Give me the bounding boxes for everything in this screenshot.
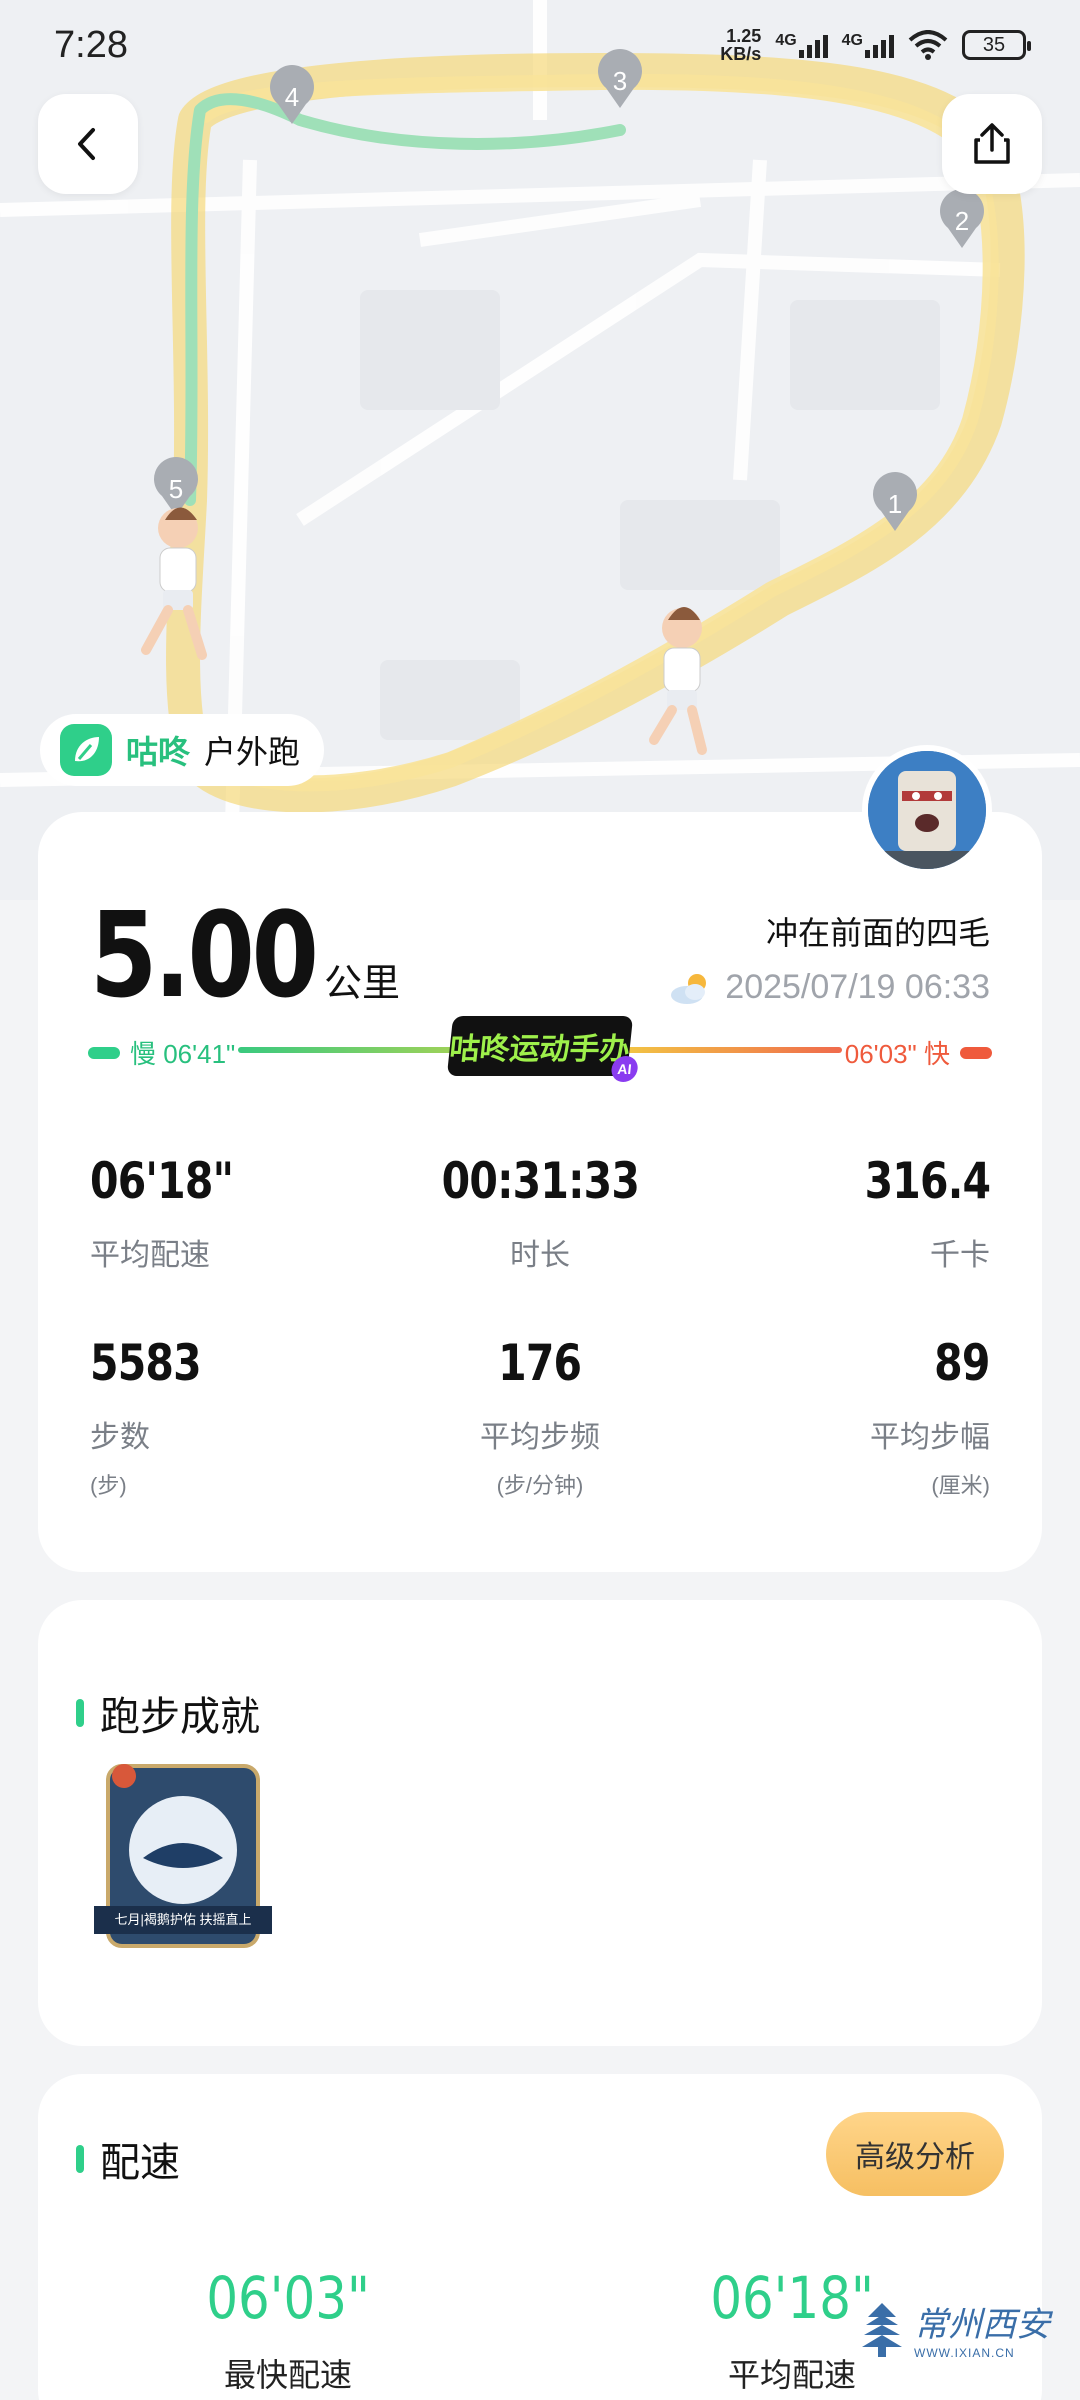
stats-row-1: 06'18" 平均配速 00:31:33 时长 316.4 千卡 xyxy=(90,1152,991,1274)
pace-title-text: 配速 xyxy=(100,2141,180,2185)
stat-unit: (步) xyxy=(90,1473,127,1498)
stat-value: 176 xyxy=(498,1334,582,1392)
activity-datetime: 2025/07/19 06:33 xyxy=(669,968,990,1007)
medal-caption: 七月|褐鹅护佑 扶摇直上 xyxy=(114,1912,252,1927)
stat-cadence: 176 平均步频 (步/分钟) xyxy=(390,1334,690,1500)
stat-label: 时长 xyxy=(510,1239,570,1272)
stat-value: 5583 xyxy=(90,1334,202,1392)
stat-value: 316.4 xyxy=(864,1152,990,1210)
distance-display: 5.00 公里 xyxy=(90,886,400,1024)
stat-calories: 316.4 千卡 xyxy=(690,1152,990,1274)
average-pace-label: 平均配速 xyxy=(727,2357,856,2393)
back-button[interactable] xyxy=(38,94,138,194)
share-button[interactable] xyxy=(942,94,1042,194)
distance-unit: 公里 xyxy=(324,963,401,1005)
stat-label: 步数 xyxy=(90,1421,150,1454)
stat-value: 00:31:33 xyxy=(441,1152,639,1210)
fastest-pace-stat: 06'03" 最快配速 xyxy=(138,2264,438,2396)
weather-cloudy-icon xyxy=(671,973,707,1004)
watermark-text: 常州西安 xyxy=(914,2305,1050,2345)
stat-value: 06'18" xyxy=(90,1152,234,1210)
network-speed: 1.25 KB/s xyxy=(720,27,761,63)
chevron-left-icon xyxy=(78,128,95,160)
network-speed-value: 1.25 xyxy=(726,26,762,46)
stat-label: 平均步幅 xyxy=(870,1421,990,1454)
battery-level: 35 xyxy=(982,33,1006,56)
pace-gradient-bar: 慢 06'41" 06'03" 快 咕咚运动手办 AI xyxy=(88,1016,992,1082)
username: 冲在前面的四毛 xyxy=(765,915,990,951)
achievements-card: 跑步成就 七月|褐鹅护佑 扶摇直上 xyxy=(38,1600,1042,2046)
fastest-pace-label: 06'03" 快 xyxy=(844,1039,950,1069)
achievement-medal[interactable]: 七月|褐鹅护佑 扶摇直上 xyxy=(88,1758,278,1958)
summary-card: 5.00 公里 冲在前面的四毛 2025/07/19 06:33 慢 06'41… xyxy=(38,812,1042,1572)
stat-duration: 00:31:33 时长 xyxy=(390,1152,690,1274)
pagoda-icon xyxy=(862,2302,902,2357)
stat-steps: 5583 步数 (步) xyxy=(90,1334,390,1500)
achievements-title: 跑步成就 xyxy=(76,1684,260,1742)
figurine-badge[interactable]: 咕咚运动手办 AI xyxy=(446,1016,639,1082)
watermark: 常州西安 WWW.IXIAN.CN xyxy=(860,2297,1050,2360)
status-bar: 7:28 1.25 KB/s 4G 4G 35 xyxy=(0,0,1080,90)
activity-type: 户外跑 xyxy=(204,734,301,770)
signal-icon-sim2: 4G xyxy=(842,32,894,58)
pace-title: 配速 xyxy=(76,2130,180,2188)
stat-stride: 89 平均步幅 (厘米) xyxy=(690,1334,991,1500)
slowest-pace: 慢 06'41" xyxy=(88,1034,235,1071)
stat-unit: (步/分钟) xyxy=(496,1473,584,1498)
sim1-label: 4G xyxy=(775,32,797,49)
slowest-pace-label: 慢 06'41" xyxy=(130,1039,236,1069)
stat-label: 平均步频 xyxy=(480,1421,600,1454)
average-pace-value: 06'18" xyxy=(710,2264,874,2332)
status-time: 7:28 xyxy=(54,23,128,66)
share-icon xyxy=(974,123,1010,164)
stat-avg-pace: 06'18" 平均配速 xyxy=(90,1152,390,1274)
achievements-title-text: 跑步成就 xyxy=(100,1695,260,1739)
leaf-icon xyxy=(75,737,99,762)
ai-badge: AI xyxy=(610,1056,639,1082)
watermark-url: WWW.IXIAN.CN xyxy=(914,2346,1015,2360)
brand-name: 咕咚 xyxy=(126,734,191,770)
datetime-text: 2025/07/19 06:33 xyxy=(725,968,990,1006)
avatar-image xyxy=(868,751,986,869)
avatar[interactable] xyxy=(862,745,992,875)
signal-icon-sim1: 4G xyxy=(775,32,828,58)
sim2-label: 4G xyxy=(841,32,863,49)
distance-value: 5.00 xyxy=(90,886,319,1024)
stats-row-2: 5583 步数 (步) 176 平均步频 (步/分钟) 89 平均步幅 (厘米) xyxy=(90,1334,991,1500)
stat-value: 89 xyxy=(934,1334,991,1392)
wifi-icon xyxy=(908,30,948,60)
battery-icon: 35 xyxy=(962,30,1031,60)
fastest-pace-label: 最快配速 xyxy=(223,2357,352,2393)
codoon-logo xyxy=(60,724,112,776)
advanced-analysis-button[interactable]: 高级分析 xyxy=(826,2112,1004,2196)
activity-brand-chip: 咕咚 户外跑 xyxy=(40,714,325,786)
km-marker-2: 2 xyxy=(939,189,984,248)
km-marker-label: 1 xyxy=(888,489,902,519)
stat-label: 千卡 xyxy=(930,1239,990,1272)
fastest-pace: 06'03" 快 xyxy=(845,1034,992,1071)
km-marker-label: 5 xyxy=(169,474,183,504)
network-speed-unit: KB/s xyxy=(720,44,762,64)
stat-label: 平均配速 xyxy=(90,1239,210,1272)
stat-unit: (厘米) xyxy=(931,1473,990,1498)
figurine-badge-text: 咕咚运动手办 xyxy=(447,1033,632,1066)
fastest-pace-value: 06'03" xyxy=(206,2264,370,2332)
km-marker-label: 2 xyxy=(955,206,969,236)
